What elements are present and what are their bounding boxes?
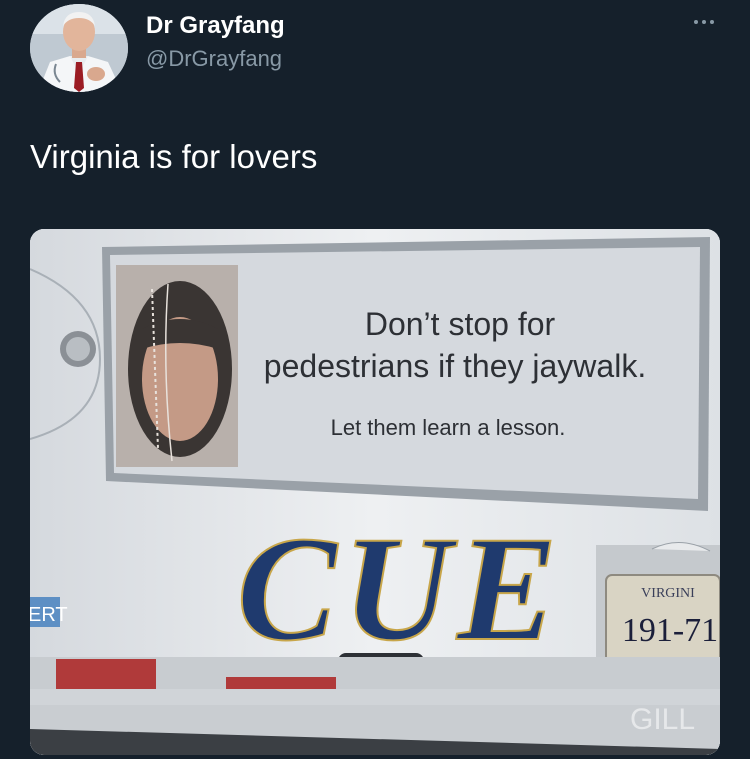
ad-line-3: Let them learn a lesson. xyxy=(331,415,566,440)
user-handle[interactable]: @DrGrayfang xyxy=(146,46,282,72)
tweet-header: Dr Grayfang @DrGrayfang xyxy=(0,0,750,100)
bus-photo: Don’t stop for pedestrians if they jaywa… xyxy=(30,229,720,755)
avatar-portrait xyxy=(30,4,128,92)
tweet-media-image[interactable]: Don’t stop for pedestrians if they jaywa… xyxy=(30,229,720,755)
tweet-text: Virginia is for lovers xyxy=(30,138,318,175)
side-text: ERT xyxy=(30,604,68,626)
dot xyxy=(694,20,698,24)
ad-line-1: Don’t stop for xyxy=(365,306,556,342)
plate-state: VIRGINI xyxy=(641,586,695,601)
dot xyxy=(702,20,706,24)
more-horizontal-icon[interactable] xyxy=(684,10,724,34)
cue-logo: CUE xyxy=(237,506,563,672)
ad-line-2: pedestrians if they jaywalk. xyxy=(264,348,646,384)
plate-number: 191-71 xyxy=(622,612,718,649)
bottom-text: GILL xyxy=(630,703,695,736)
dot xyxy=(710,20,714,24)
avatar[interactable] xyxy=(30,4,128,92)
display-name[interactable]: Dr Grayfang xyxy=(146,12,285,40)
